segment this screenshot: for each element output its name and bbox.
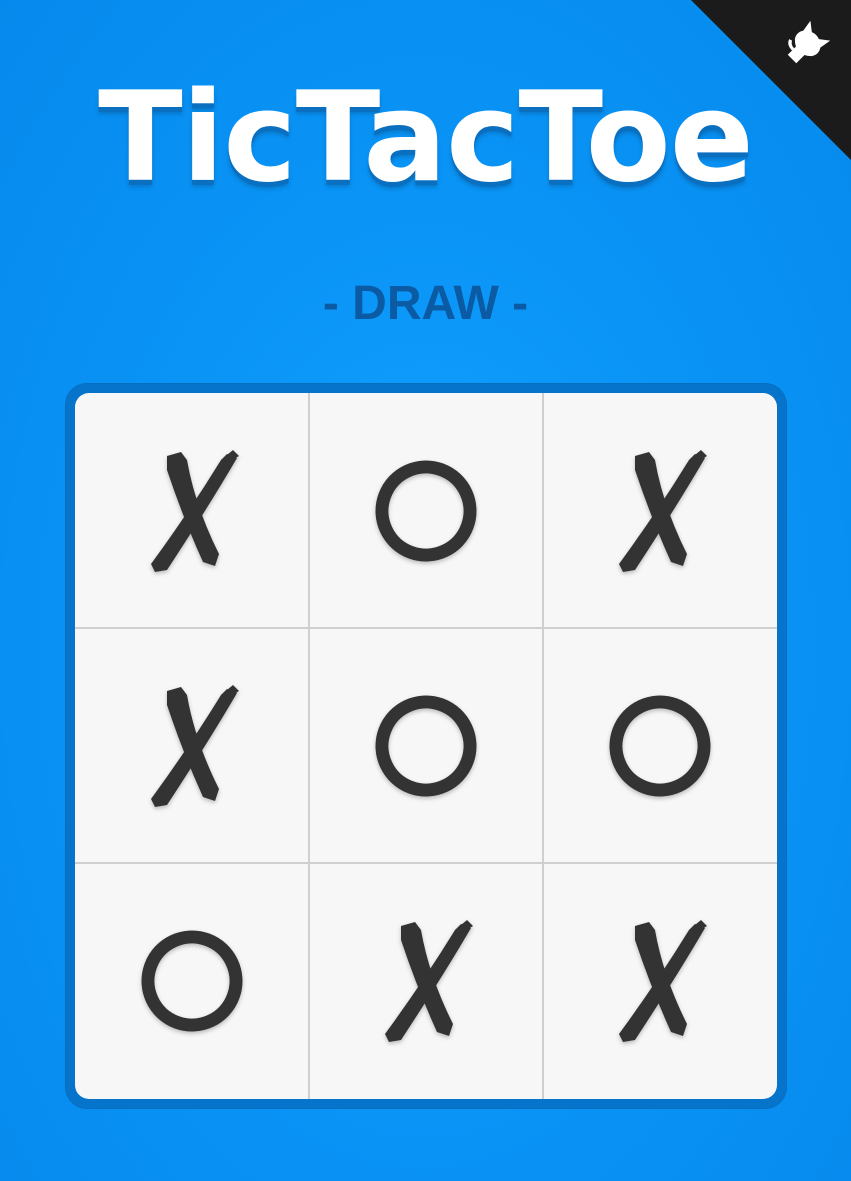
o-mark bbox=[371, 446, 481, 576]
o-mark-icon bbox=[141, 930, 243, 1031]
board-cell-r1-c2[interactable] bbox=[543, 628, 777, 863]
x-mark bbox=[137, 446, 247, 576]
o-mark bbox=[137, 916, 247, 1046]
x-mark bbox=[137, 681, 247, 811]
board-cell-r0-c1[interactable] bbox=[309, 393, 543, 628]
page-title: TicTacToe bbox=[98, 66, 754, 210]
x-mark-icon bbox=[385, 919, 473, 1042]
x-mark bbox=[371, 916, 481, 1046]
o-mark-icon bbox=[609, 695, 711, 796]
x-mark bbox=[605, 446, 715, 576]
x-mark bbox=[605, 916, 715, 1046]
o-mark-icon bbox=[375, 695, 477, 796]
board-cell-r2-c0[interactable] bbox=[75, 863, 309, 1098]
o-mark bbox=[605, 681, 715, 811]
x-mark-icon bbox=[619, 919, 707, 1042]
game-status: - DRAW - bbox=[322, 277, 529, 330]
o-mark bbox=[371, 681, 481, 811]
x-mark-icon bbox=[151, 684, 239, 807]
x-mark-icon bbox=[619, 449, 707, 572]
x-mark-icon bbox=[151, 449, 239, 572]
game-board bbox=[75, 393, 777, 1099]
board-cell-r0-c2[interactable] bbox=[543, 393, 777, 628]
board-cell-r2-c1[interactable] bbox=[309, 863, 543, 1098]
o-mark-icon bbox=[375, 460, 477, 561]
board-cell-r1-c0[interactable] bbox=[75, 628, 309, 863]
board-cell-r1-c1[interactable] bbox=[309, 628, 543, 863]
board-cell-r0-c0[interactable] bbox=[75, 393, 309, 628]
board-cell-r2-c2[interactable] bbox=[543, 863, 777, 1098]
